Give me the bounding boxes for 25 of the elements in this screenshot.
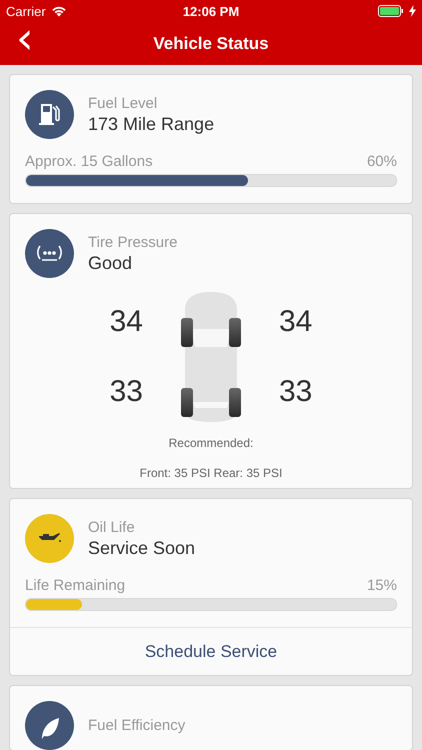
tire-pressure-value: 33 <box>110 374 143 410</box>
recommended-label: Recommended: <box>168 436 254 450</box>
gauge-label: Approx. 15 Gallons <box>25 153 153 170</box>
tire-pressure-value: 33 <box>279 374 312 410</box>
card-label: Tire Pressure <box>88 234 178 250</box>
page-title: Vehicle Status <box>153 34 269 54</box>
wifi-icon <box>50 5 67 17</box>
charging-icon <box>409 5 416 17</box>
tire-pressure-value: 34 <box>279 304 312 340</box>
card-label: Fuel Level <box>88 94 158 112</box>
gauge-reading: 60% <box>366 153 397 170</box>
gauge-label: Life Remaining <box>25 577 126 594</box>
gauge-reading: 15% <box>366 577 397 594</box>
back-button[interactable]: ‹ <box>12 22 38 56</box>
schedule-service-button[interactable]: Schedule Service <box>10 627 412 675</box>
battery-icon <box>378 5 404 17</box>
recommended-pressure: Front: 35 PSI Rear: 35 PSI <box>138 466 284 482</box>
tire-pressure-value: 34 <box>110 304 143 340</box>
card-value: 173 Mile Range <box>88 114 214 134</box>
card-value: Good <box>88 252 134 274</box>
card-label: Fuel Efficiency <box>88 717 186 734</box>
card-value: Service Soon <box>88 538 196 558</box>
carrier-label: Carrier <box>6 4 46 18</box>
card-label: Oil Life <box>88 518 136 536</box>
clock-time: 12:06 PM <box>182 4 240 18</box>
